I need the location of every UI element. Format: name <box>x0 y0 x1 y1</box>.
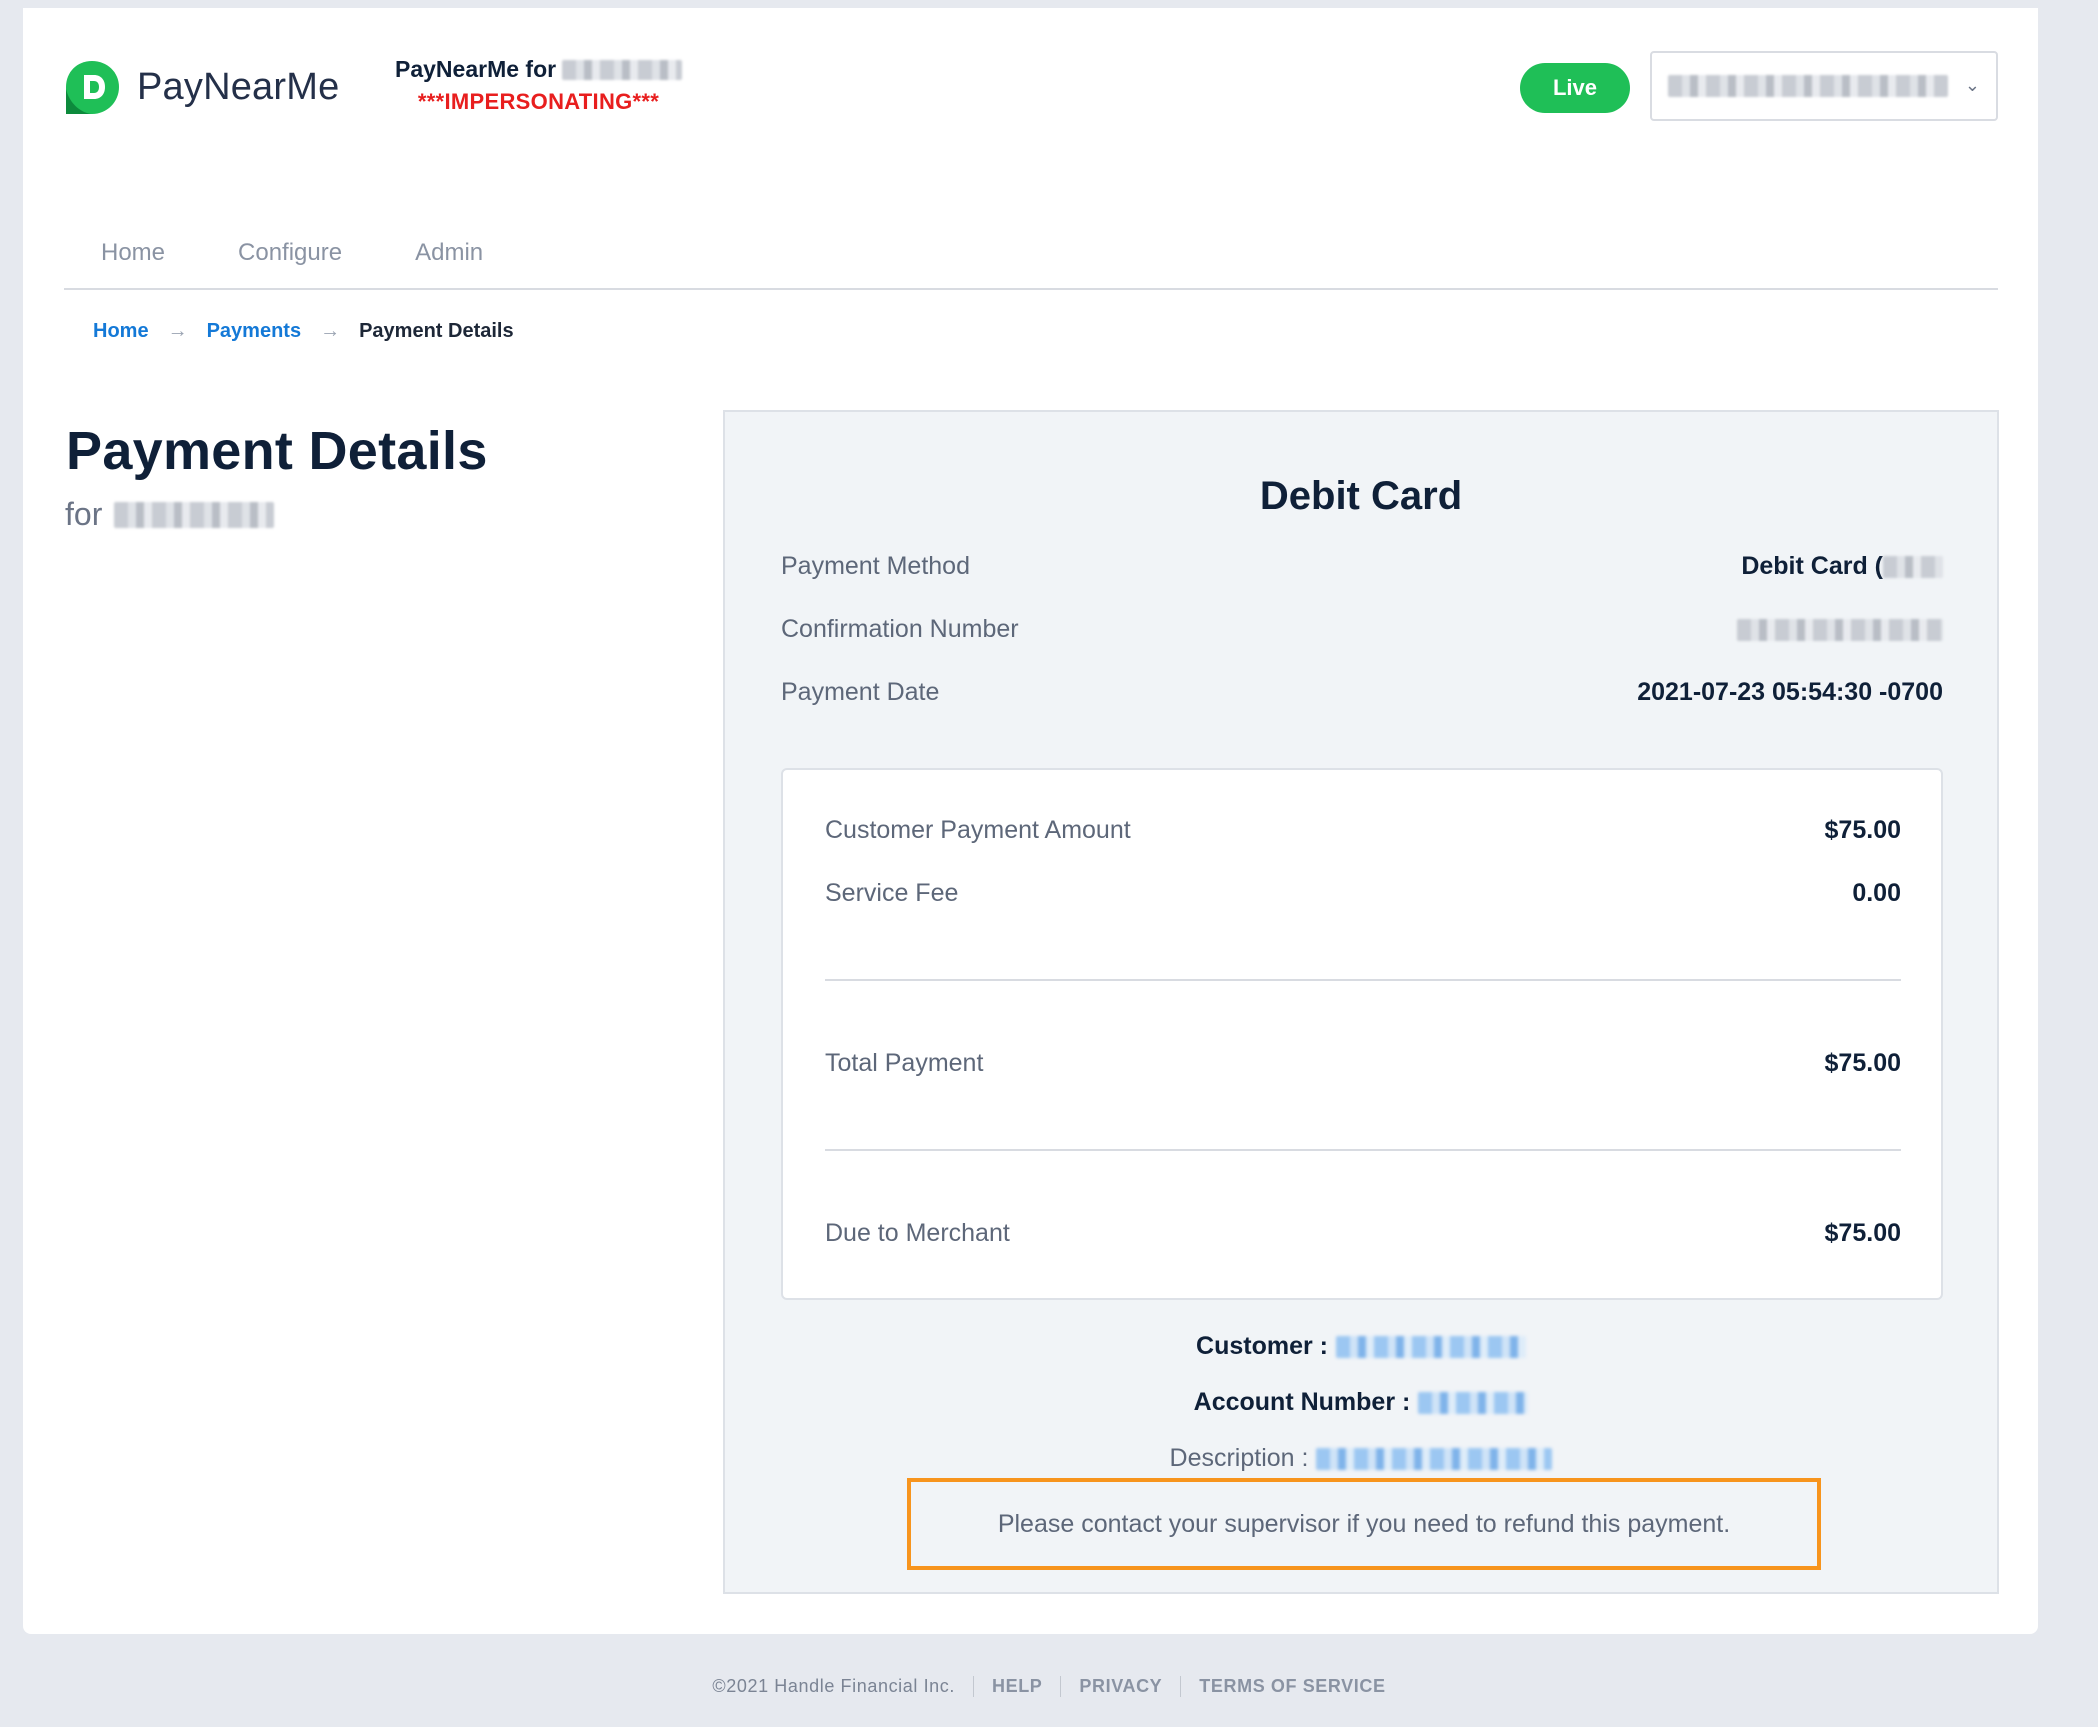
confirmation-number-label: Confirmation Number <box>781 615 1019 643</box>
footer: ©2021 Handle Financial Inc. HELP PRIVACY… <box>0 1676 2098 1697</box>
confirmation-number-redacted <box>1737 618 1943 641</box>
footer-help-link[interactable]: HELP <box>973 1676 1060 1697</box>
merchant-name-redacted <box>114 501 275 528</box>
impersonating-warning: ***IMPERSONATING*** <box>417 89 660 114</box>
customer-row: Customer : <box>725 1332 1997 1361</box>
main-nav: Home Configure Admin <box>64 218 1998 290</box>
due-to-merchant-label: Due to Merchant <box>825 1219 1010 1247</box>
page-container: PayNearMe PayNearMe for ***IMPERSONATING… <box>23 8 2038 1634</box>
customer-payment-amount-value: $75.00 <box>1824 816 1901 844</box>
paynearme-logo-icon <box>66 61 119 114</box>
breadcrumb: Home → Payments → Payment Details <box>93 320 514 343</box>
card-last-digits-redacted <box>1883 555 1943 578</box>
brand-name: PayNearMe <box>137 66 340 108</box>
customer-label: Customer : <box>1196 1332 1328 1360</box>
description-row: Description : <box>725 1444 1997 1473</box>
customer-payment-amount-row: Customer Payment Amount $75.00 <box>825 816 1901 845</box>
merchant-title: PayNearMe for <box>395 56 683 83</box>
page-title: Payment Details <box>66 421 488 481</box>
confirmation-number-row: Confirmation Number <box>781 615 1943 644</box>
chevron-down-icon: ⌄ <box>1964 75 1980 95</box>
total-payment-label: Total Payment <box>825 1049 984 1077</box>
payment-date-row: Payment Date 2021-07-23 05:54:30 -0700 <box>781 678 1943 707</box>
refund-notice: Please contact your supervisor if you ne… <box>907 1478 1821 1570</box>
payment-type-title: Debit Card <box>1259 474 1463 518</box>
account-selector[interactable]: ⌄ <box>1650 51 1998 121</box>
breadcrumb-home[interactable]: Home <box>93 320 149 343</box>
confirmation-number-value <box>1737 618 1943 641</box>
account-number-label: Account Number : <box>1193 1388 1411 1416</box>
due-to-merchant-row: Due to Merchant $75.00 <box>825 1219 1901 1248</box>
payment-date-value: 2021-07-23 05:54:30 -0700 <box>1637 678 1943 706</box>
payment-method-row: Payment Method Debit Card ( <box>781 552 1943 581</box>
description-value-redacted <box>1316 1447 1553 1470</box>
brand-logo[interactable]: PayNearMe <box>64 59 339 116</box>
due-to-merchant-value: $75.00 <box>1824 1219 1901 1247</box>
account-number-link-redacted[interactable] <box>1418 1391 1529 1414</box>
summary-divider <box>825 979 1901 981</box>
customer-payment-amount-label: Customer Payment Amount <box>825 816 1131 844</box>
breadcrumb-payments[interactable]: Payments <box>207 320 302 343</box>
payment-method-label: Payment Method <box>781 552 970 580</box>
service-fee-row: Service Fee 0.00 <box>825 879 1901 908</box>
merchant-prefix: PayNearMe for <box>395 56 557 82</box>
footer-copyright: ©2021 Handle Financial Inc. <box>712 1676 955 1696</box>
customer-link-redacted[interactable] <box>1335 1335 1526 1358</box>
merchant-name-redacted <box>562 59 683 80</box>
nav-configure[interactable]: Configure <box>238 218 342 288</box>
payment-date-label: Payment Date <box>781 678 940 706</box>
environment-badge[interactable]: Live <box>1520 63 1630 113</box>
arrow-right-icon: → <box>167 320 188 342</box>
summary-divider <box>825 1149 1901 1151</box>
total-payment-row: Total Payment $75.00 <box>825 1049 1901 1078</box>
total-payment-value: $75.00 <box>1824 1049 1901 1077</box>
description-label: Description : <box>1169 1444 1309 1472</box>
nav-home[interactable]: Home <box>101 218 165 288</box>
nav-admin[interactable]: Admin <box>415 218 483 288</box>
payment-details-panel: Debit Card Payment Method Debit Card ( C… <box>723 410 1999 1594</box>
payment-summary-card: Customer Payment Amount $75.00 Service F… <box>781 768 1943 1300</box>
breadcrumb-current: Payment Details <box>359 320 514 342</box>
footer-terms-link[interactable]: TERMS OF SERVICE <box>1180 1676 1403 1697</box>
merchant-context: PayNearMe for ***IMPERSONATING*** <box>395 56 683 115</box>
payment-method-value: Debit Card ( <box>1741 552 1943 581</box>
payment-method-text: Debit Card ( <box>1741 552 1883 580</box>
arrow-right-icon: → <box>320 320 341 342</box>
page-for-label: for <box>65 496 103 532</box>
service-fee-value: 0.00 <box>1852 879 1901 907</box>
page-subtitle: for <box>65 496 275 533</box>
footer-privacy-link[interactable]: PRIVACY <box>1060 1676 1180 1697</box>
service-fee-label: Service Fee <box>825 879 959 907</box>
account-selector-value-redacted <box>1668 75 1948 97</box>
account-number-row: Account Number : <box>725 1388 1997 1417</box>
